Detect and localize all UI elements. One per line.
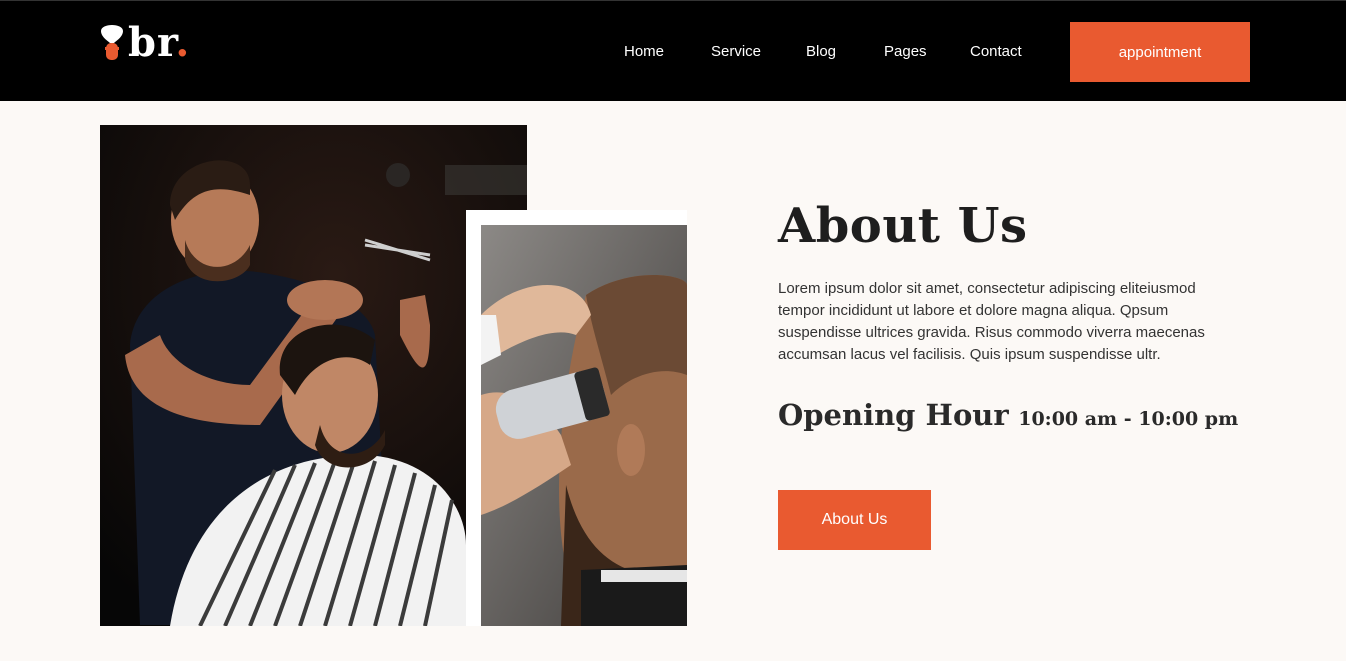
site-header: br. Home Service Blog Pages Contact appo… — [0, 0, 1346, 101]
appointment-button[interactable]: appointment — [1070, 22, 1250, 82]
clipper-photo — [481, 225, 687, 626]
nav-service[interactable]: Service — [711, 43, 761, 60]
nav-contact[interactable]: Contact — [970, 43, 1022, 60]
logo-text: br. — [128, 19, 191, 66]
nav-blog[interactable]: Blog — [806, 43, 836, 60]
logo[interactable]: br. — [100, 19, 191, 66]
barber-photo — [100, 125, 527, 626]
about-title: About Us — [778, 198, 1028, 254]
about-us-button[interactable]: About Us — [778, 490, 931, 550]
opening-hours-label: Opening Hour — [778, 398, 1009, 432]
nav-pages[interactable]: Pages — [884, 43, 927, 60]
nav-home[interactable]: Home — [624, 43, 664, 60]
shaving-brush-icon — [100, 23, 124, 61]
opening-hours: Opening Hour 10:00 am - 10:00 pm — [778, 398, 1238, 432]
about-description: Lorem ipsum dolor sit amet, consectetur … — [778, 280, 1205, 363]
opening-hours-value: 10:00 am - 10:00 pm — [1018, 408, 1239, 430]
